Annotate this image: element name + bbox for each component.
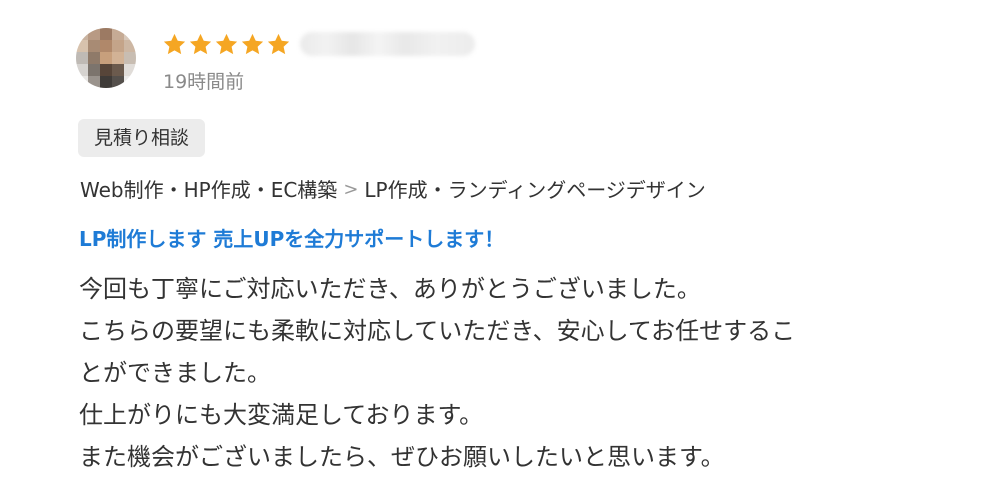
breadcrumb-separator: > [343, 179, 359, 200]
review-card: 19時間前 見積り相談 Web制作・HP作成・EC構築 > LP作成・ランディン… [0, 0, 1000, 500]
star-icon [215, 33, 238, 54]
service-title-link[interactable]: LP制作します 売上UPを全力サポートします！ [79, 223, 504, 255]
comment-line: また機会がございましたら、ぜひお願いしたいと思います。 [79, 443, 725, 471]
comment-line: とができました。 [79, 359, 271, 387]
review-timestamp: 19時間前 [163, 71, 245, 93]
review-comment: 今回も丁寧にご対応いただき、ありがとうございました。 こちらの要望にも柔軟に対応… [79, 268, 979, 478]
reviewer-name-redacted [300, 32, 475, 56]
star-icon [163, 33, 186, 54]
star-icon [189, 33, 212, 54]
comment-line: 今回も丁寧にご対応いただき、ありがとうございました。 [79, 275, 701, 303]
star-rating [162, 30, 291, 58]
star-icon [241, 33, 264, 54]
breadcrumb-subcategory[interactable]: LP作成・ランディングページデザイン [364, 174, 705, 206]
avatar[interactable] [76, 28, 136, 88]
review-tag-badge: 見積り相談 [78, 119, 206, 157]
comment-line: こちらの要望にも柔軟に対応していただき、安心してお任せするこ [79, 317, 796, 345]
breadcrumb: Web制作・HP作成・EC構築 > LP作成・ランディングページデザイン [80, 174, 706, 206]
comment-line: 仕上がりにも大変満足しております。 [79, 401, 484, 429]
star-icon [267, 33, 290, 54]
breadcrumb-category[interactable]: Web制作・HP作成・EC構築 [80, 174, 337, 206]
